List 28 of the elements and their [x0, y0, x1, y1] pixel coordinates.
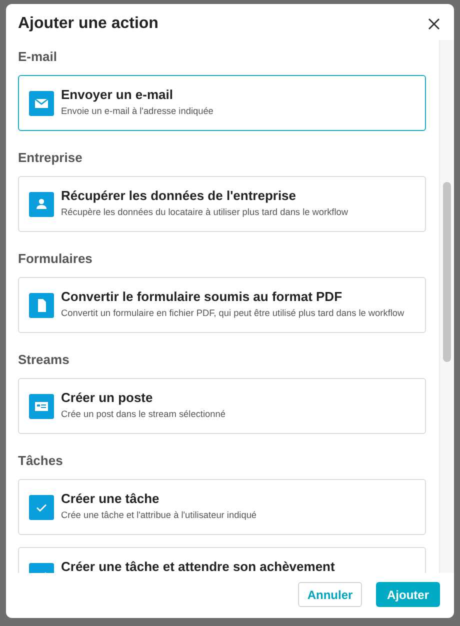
section-heading: Entreprise [18, 150, 84, 166]
action-card[interactable]: Convertir le formulaire soumis au format PDF Convertit un formulaire en fichier PDF, qui peut être utilisé plus tard dans le workflow [18, 277, 426, 333]
action-title: Créer une tâche et attendre son achèvement [61, 558, 335, 573]
action-title: Récupérer les données de l'entreprise [61, 187, 298, 205]
envelope-icon [29, 91, 54, 116]
action-description: Crée un post dans le stream sélectionné [61, 408, 226, 421]
section-heading: E-mail [18, 49, 58, 65]
action-title: Envoyer un e-mail [61, 86, 174, 104]
action-description: Récupère les données du locataire à utiliser plus tard dans le workflow [61, 206, 348, 219]
card-icon [29, 394, 54, 419]
action-description: Crée une tâche et l'attribue à l'utilisateur indiqué [61, 509, 257, 522]
document-icon [29, 293, 54, 318]
section-heading: Tâches [18, 453, 64, 469]
section-heading: Formulaires [18, 251, 94, 267]
person-icon [29, 192, 54, 217]
dialog-title: Ajouter une action [18, 14, 158, 34]
action-title: Créer une tâche [61, 490, 160, 508]
action-card[interactable]: Créer un poste Crée un post dans le stream sélectionné [18, 378, 426, 434]
action-description: Envoie un e-mail à l'adresse indiquée [61, 105, 214, 118]
action-title: Convertir le formulaire soumis au format PDF [61, 288, 344, 306]
scrollbar-thumb[interactable] [443, 182, 451, 362]
action-description: Convertit un formulaire en fichier PDF, qui peut être utilisé plus tard dans le workflow [61, 307, 404, 320]
section-heading: Streams [18, 352, 70, 368]
close-icon[interactable] [428, 18, 440, 30]
action-card[interactable]: Créer une tâche Crée une tâche et l'attribue à l'utilisateur indiqué [18, 479, 426, 535]
action-title: Créer un poste [61, 389, 154, 407]
action-card[interactable]: Récupérer les données de l'entreprise Récupère les données du locataire à utiliser plus tard dans le workflow [18, 176, 426, 232]
action-card[interactable]: Envoyer un e-mail Envoie un e-mail à l'adresse indiquée [18, 75, 426, 131]
